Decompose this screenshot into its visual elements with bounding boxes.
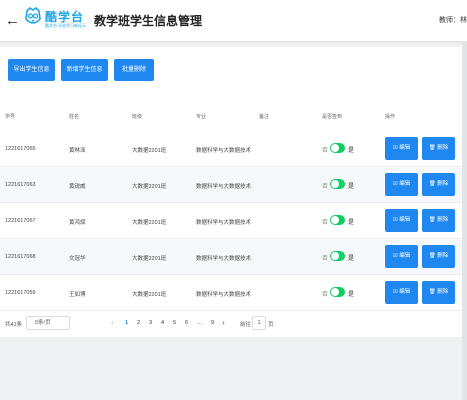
cell-major: 数据科学与大数据技术 <box>196 148 252 154</box>
table-row: 1221617059 王如博 大数据2201班 数据科学与大数据技术 否 是 ☑… <box>0 275 462 311</box>
goto-page-input[interactable]: 1 <box>252 316 266 330</box>
batch-delete-button[interactable]: 批量删除 <box>114 59 154 81</box>
checkin-switch[interactable] <box>330 287 345 297</box>
cell-major: 数据科学与大数据技术 <box>196 184 252 190</box>
page-number[interactable]: 3 <box>149 320 152 326</box>
page-number[interactable]: 5 <box>173 320 176 326</box>
edit-button[interactable]: ☑ 编辑 <box>385 137 418 160</box>
edit-button[interactable]: ☑ 编辑 <box>385 173 418 196</box>
pagination-total: 共41条 <box>5 322 23 328</box>
switch-off-label: 否 <box>322 184 329 190</box>
page-title: 教学班学生信息管理 <box>94 14 203 28</box>
cell-class: 大数据2201班 <box>132 256 167 262</box>
table-row: 1221617067 黄鸿斌 大数据2201班 数据科学与大数据技术 否 是 ☑… <box>0 203 462 239</box>
switch-off-label: 否 <box>322 292 329 298</box>
page-number[interactable]: 2 <box>137 320 140 326</box>
delete-button[interactable]: 🗑 删除 <box>422 173 455 196</box>
switch-off-label: 否 <box>322 148 329 154</box>
header-class: 班级 <box>132 114 143 120</box>
goto-label: 前往 <box>240 322 252 328</box>
table-row: 1221617065 黄林泽 大数据2201班 数据科学与大数据技术 否 是 ☑… <box>0 131 462 167</box>
cell-major: 数据科学与大数据技术 <box>196 292 252 298</box>
prev-page-icon[interactable]: ‹ <box>111 318 114 327</box>
cell-class: 大数据2201班 <box>132 220 167 226</box>
header-name: 姓名 <box>69 114 80 120</box>
cell-name: 黄林泽 <box>69 148 86 154</box>
checkin-switch[interactable] <box>330 179 345 189</box>
cell-name: 黄锐威 <box>69 184 86 190</box>
checkin-switch[interactable] <box>330 143 345 153</box>
cell-class: 大数据2201班 <box>132 184 167 190</box>
switch-on-label: 是 <box>348 148 355 154</box>
back-arrow-icon[interactable]: ← <box>5 12 20 30</box>
page-number[interactable]: 1 <box>125 320 128 326</box>
top-header: ← 酷学台 酷学台 开启学习新纪元 教学班学生信息管理 教师：林 <box>0 0 467 42</box>
edit-button[interactable]: ☑ 编辑 <box>385 281 418 304</box>
switch-off-label: 否 <box>322 220 329 226</box>
switch-on-label: 是 <box>348 184 355 190</box>
page-ellipsis[interactable]: … <box>197 320 203 326</box>
table-row: 1221617063 黄锐威 大数据2201班 数据科学与大数据技术 否 是 ☑… <box>0 167 462 203</box>
page-number[interactable]: 4 <box>161 320 164 326</box>
checkin-switch[interactable] <box>330 251 345 261</box>
delete-button[interactable]: 🗑 删除 <box>422 245 455 268</box>
page-number[interactable]: 9 <box>211 320 214 326</box>
cell-student-id: 1221617059 <box>5 290 36 296</box>
switch-on-label: 是 <box>348 292 355 298</box>
edit-button[interactable]: ☑ 编辑 <box>385 245 418 268</box>
user-name[interactable]: 教师：林 <box>439 15 467 25</box>
main-card: 导出学生信息 新增学生信息 批量删除 学号 姓名 班级 专业 备注 是否签到 操… <box>0 47 462 337</box>
cell-name: 黄鸿斌 <box>69 220 86 226</box>
switch-on-label: 是 <box>348 256 355 262</box>
cell-major: 数据科学与大数据技术 <box>196 256 252 262</box>
logo-tagline: 酷学台 开启学习新纪元 <box>45 23 87 28</box>
delete-button[interactable]: 🗑 删除 <box>422 137 455 160</box>
header-student-id: 学号 <box>5 114 16 120</box>
header-major: 专业 <box>196 114 207 120</box>
page-number[interactable]: 6 <box>185 320 188 326</box>
page-suffix: 页 <box>268 322 274 328</box>
add-student-button[interactable]: 新增学生信息 <box>61 59 108 81</box>
delete-button[interactable]: 🗑 删除 <box>422 209 455 232</box>
header-note: 备注 <box>259 114 270 120</box>
delete-button[interactable]: 🗑 删除 <box>422 281 455 304</box>
page-size-select[interactable]: 5条/页 <box>26 316 70 330</box>
cell-student-id: 1221617065 <box>5 146 36 152</box>
cell-student-id: 1221617068 <box>5 254 36 260</box>
edit-button[interactable]: ☑ 编辑 <box>385 209 418 232</box>
cell-name: 王如博 <box>69 292 86 298</box>
switch-off-label: 否 <box>322 256 329 262</box>
pagination: 共41条 5条/页 ‹ 1 2 3 4 5 6 … 9 › 前往 1 页 <box>0 316 462 332</box>
export-students-button[interactable]: 导出学生信息 <box>8 59 55 81</box>
cell-student-id: 1221617067 <box>5 218 36 224</box>
checkin-switch[interactable] <box>330 215 345 225</box>
cell-major: 数据科学与大数据技术 <box>196 220 252 226</box>
cell-student-id: 1221617063 <box>5 182 36 188</box>
right-edge-divider <box>462 42 467 400</box>
owl-icon <box>25 7 41 24</box>
switch-on-label: 是 <box>348 220 355 226</box>
cell-class: 大数据2201班 <box>132 148 167 154</box>
cell-class: 大数据2201班 <box>132 292 167 298</box>
cell-name: 文冠华 <box>69 256 86 262</box>
next-page-icon[interactable]: › <box>222 318 225 327</box>
header-checked-in: 是否签到 <box>322 114 343 120</box>
header-actions: 操作 <box>385 114 396 120</box>
table-row: 1221617068 文冠华 大数据2201班 数据科学与大数据技术 否 是 ☑… <box>0 239 462 275</box>
